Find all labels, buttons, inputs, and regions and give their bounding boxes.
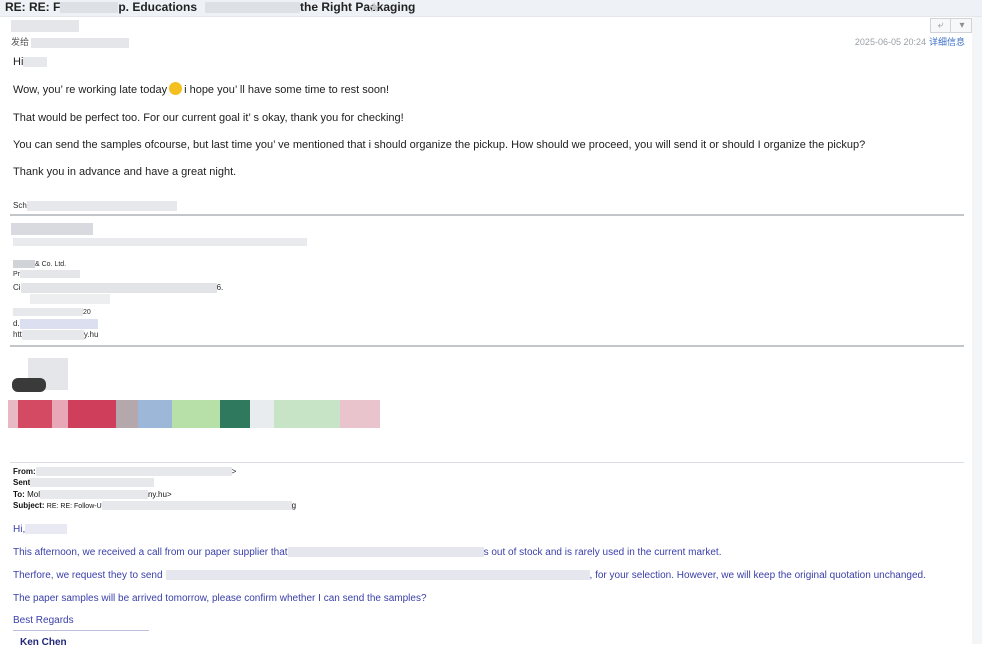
redacted-text <box>165 570 590 581</box>
greeting: Hi <box>13 55 48 69</box>
message-line-3: You can send the samples ofcourse, but l… <box>13 139 866 151</box>
divider <box>10 345 964 347</box>
reply-icon[interactable]: ⤶ <box>931 19 951 32</box>
message-line-2: That would be perfect too. For our curre… <box>13 112 404 124</box>
scrollbar[interactable] <box>972 17 982 644</box>
logo-tile <box>116 400 138 428</box>
quoted-paragraph-2: Therfore, we request they to send, for y… <box>13 570 926 581</box>
redacted-block <box>30 294 110 304</box>
redacted-text <box>21 329 84 340</box>
subject-bar: RE: RE: Fp. Educations the Right Packagin… <box>0 0 982 17</box>
divider <box>10 214 964 216</box>
redacted-text <box>23 57 48 68</box>
message-actions: ⤶ ▾ <box>930 18 972 33</box>
logo-tile <box>274 400 340 428</box>
redacted-text <box>287 547 484 558</box>
redacted-text <box>205 2 301 14</box>
message-line-1: Wow, you’ re working late today i hope yo… <box>13 82 390 96</box>
logo-tile <box>220 400 250 428</box>
redacted-text <box>13 260 35 269</box>
signature-divider <box>13 630 149 631</box>
company-logo <box>12 378 46 392</box>
signature-name-redacted <box>11 223 93 235</box>
star-icon[interactable]: ★ <box>368 0 381 16</box>
logo-tile <box>340 400 380 428</box>
logo-tile <box>250 400 274 428</box>
redacted-text <box>35 467 232 477</box>
redacted-text <box>30 478 155 488</box>
quoted-sender-name: Ken Chen <box>20 637 67 648</box>
logo-tile <box>138 400 172 428</box>
date-line: 2025-06-05 20:24 详细信息 <box>854 37 965 47</box>
signature-line: Pr <box>13 268 80 282</box>
sender-name-redacted <box>11 20 79 32</box>
redacted-text <box>31 37 130 48</box>
logo-tile <box>52 400 68 428</box>
quoted-regards: Best Regards <box>13 615 74 626</box>
redacted-text <box>20 270 80 279</box>
smile-emoji-icon <box>169 82 183 95</box>
details-link[interactable]: 详细信息 <box>929 37 965 47</box>
redacted-text <box>25 524 68 535</box>
quoted-paragraph-3: The paper samples will be arrived tomorr… <box>13 593 427 604</box>
logo-tile <box>68 400 116 428</box>
brand-logos-strip <box>8 400 380 428</box>
quoted-to: To: Mol ny.hu> <box>13 490 172 500</box>
signature-website[interactable]: htt y.hu <box>13 328 98 342</box>
redacted-text <box>13 308 83 317</box>
logo-tile <box>18 400 52 428</box>
redacted-text <box>20 282 217 293</box>
redacted-text <box>101 501 292 511</box>
redacted-text <box>26 200 177 211</box>
message-line-4: Thank you in advance and have a great ni… <box>13 166 237 178</box>
signoff: Sch <box>13 199 177 213</box>
redacted-text <box>60 2 119 14</box>
quoted-paragraph-1: This afternoon, we received a call from … <box>13 547 722 558</box>
signature-address: Ci 6. <box>13 282 224 293</box>
redacted-text <box>39 490 148 500</box>
recipient-line: 发给 <box>11 36 130 48</box>
signature-email-redacted <box>13 238 307 246</box>
logo-tile <box>172 400 220 428</box>
quoted-subject: Subject: RE: RE: Follow-U g <box>13 501 297 511</box>
email-subject: RE: RE: Fp. Educations the Right Packagin… <box>5 0 416 14</box>
chevron-down-icon[interactable]: ▾ <box>952 19 972 32</box>
quoted-sent: Sent <box>13 477 155 488</box>
divider <box>10 462 964 463</box>
quoted-greeting: Hi, <box>13 523 68 536</box>
email-window: RE: RE: Fp. Educations the Right Packagin… <box>0 0 982 648</box>
quoted-from: From: > <box>13 467 237 477</box>
